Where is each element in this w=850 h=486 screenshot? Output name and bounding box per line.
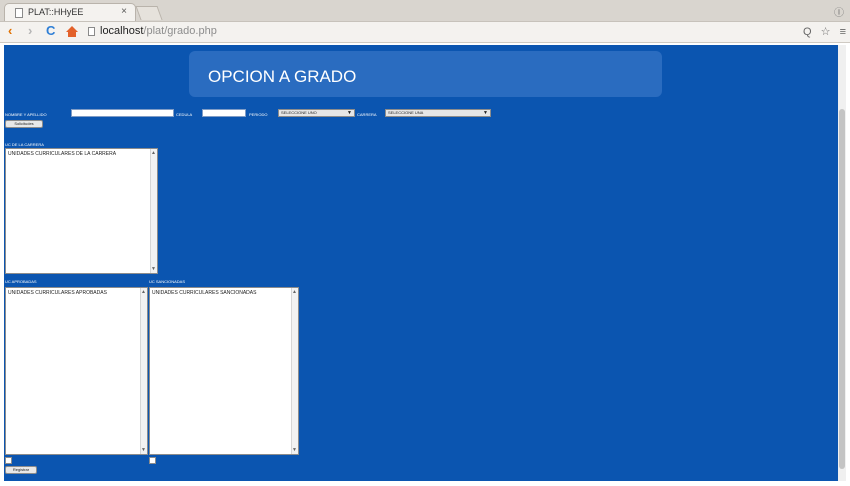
sancionadas-checkbox[interactable] [149,457,156,464]
cedula-label: CEDULA [176,112,193,117]
chevron-down-icon[interactable]: ▼ [292,447,297,453]
periodo-label: PERIODO [249,112,268,117]
tab-strip: PLAT::HHyEE × Ⓘ [0,0,850,22]
tab-title: PLAT::HHyEE [28,7,84,17]
chevron-down-icon[interactable]: ▼ [141,447,146,453]
uc-aprobadas-listbox[interactable]: UNIDADES CURRICULARES APROBADAS ▲ ▼ [5,287,148,455]
back-icon[interactable]: ‹ [8,23,12,39]
listbox-scrollbar[interactable]: ▲ ▼ [150,149,157,273]
browser-toolbar: ‹ › C localhost/plat/grado.php Q ☆ ≡ [0,22,850,43]
chevron-up-icon[interactable]: ▲ [151,150,156,156]
address-bar[interactable]: localhost/plat/grado.php [100,25,217,37]
browser-tab[interactable]: PLAT::HHyEE × [4,3,136,21]
chevron-up-icon[interactable]: ▲ [292,289,297,295]
listbox-scrollbar[interactable]: ▲ ▼ [140,288,147,454]
list-item[interactable]: UNIDADES CURRICULARES SANCIONADAS [152,290,256,296]
menu-icon[interactable]: ≡ [840,26,846,38]
page-icon [15,8,23,18]
chevron-down-icon: ▼ [347,110,352,116]
uc-carrera-listbox[interactable]: UNIDADES CURRICULARES DE LA CARRERA ▲ ▼ [5,148,158,274]
chevron-down-icon[interactable]: ▼ [151,266,156,272]
home-icon[interactable] [66,26,78,38]
periodo-selected: SELECCIONE UNO [281,110,317,115]
registrar-button[interactable]: Registrar [5,466,37,474]
page-content: OPCION A GRADO NOMBRE Y APELLIDO CEDULA … [4,45,846,481]
aprobadas-checkbox[interactable] [5,457,12,464]
chevron-down-icon: ▼ [483,110,488,116]
window-icon[interactable]: Ⓘ [834,4,844,19]
uc-aprobadas-label: UC APROBADAS [5,279,37,284]
uc-carrera-label: UC DE LA CARRERA [5,142,44,147]
forward-icon[interactable]: › [28,23,32,39]
cedula-input[interactable] [202,109,246,117]
carrera-select[interactable]: SELECCIONE UNA ▼ [385,109,491,117]
list-item[interactable]: UNIDADES CURRICULARES DE LA CARRERA [8,151,116,157]
periodo-select[interactable]: SELECCIONE UNO ▼ [278,109,355,117]
scrollbar-thumb[interactable] [839,109,845,469]
uc-sancionadas-label: UC SANCIONADAS [149,279,186,284]
listbox-scrollbar[interactable]: ▲ ▼ [291,288,298,454]
url-host: localhost [100,25,144,37]
new-tab-button[interactable] [135,6,163,20]
page-scrollbar[interactable] [838,45,846,481]
carrera-label: CARRERA [357,112,377,117]
star-icon[interactable]: ☆ [821,26,831,38]
list-item[interactable]: UNIDADES CURRICULARES APROBADAS [8,290,107,296]
carrera-selected: SELECCIONE UNA [388,110,424,115]
reload-icon[interactable]: C [46,23,55,39]
chevron-up-icon[interactable]: ▲ [141,289,146,295]
toolbar-actions: Q ☆ ≡ [797,25,846,38]
uc-sancionadas-listbox[interactable]: UNIDADES CURRICULARES SANCIONADAS ▲ ▼ [149,287,299,455]
url-path: /plat/grado.php [143,25,217,37]
page-info-icon[interactable] [88,27,95,36]
nombre-label: NOMBRE Y APELLIDO [5,112,47,117]
nombre-input[interactable] [71,109,174,117]
page-title: OPCION A GRADO [208,67,357,86]
header-banner: OPCION A GRADO [189,51,662,97]
zoom-icon[interactable]: Q [803,26,812,38]
close-icon[interactable]: × [121,6,127,17]
solicitudes-button[interactable]: Solicitudes [5,120,43,128]
